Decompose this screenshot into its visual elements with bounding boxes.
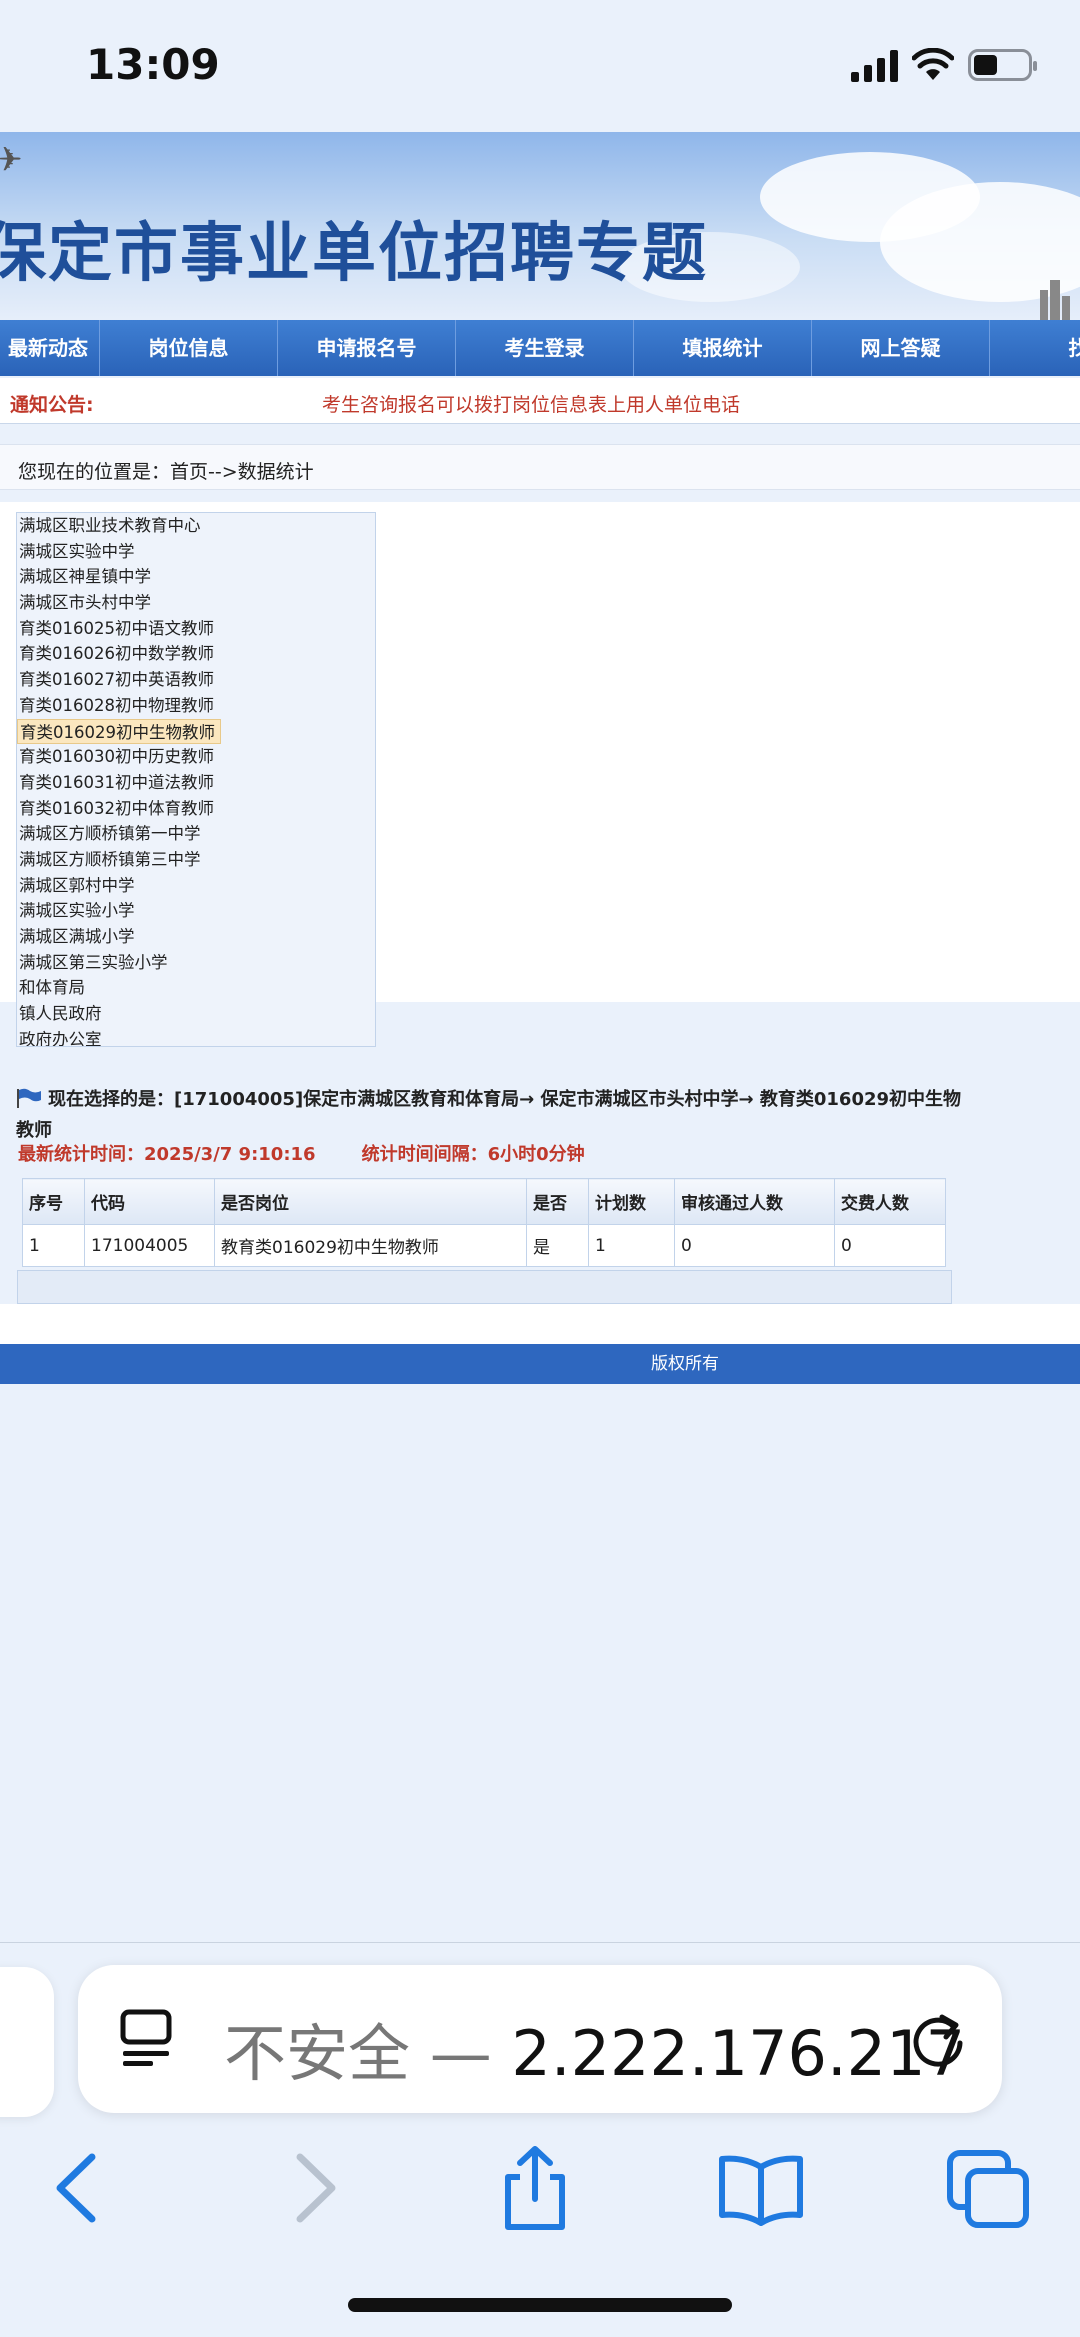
forward-icon[interactable] <box>268 2143 358 2233</box>
site-banner: ✈ 保定市事业单位招聘专题 <box>0 132 1080 320</box>
position-listbox[interactable]: 满城区职业技术教育中心 满城区实验中学 满城区神星镇中学 满城区市头村中学 育类0160… <box>16 512 376 1047</box>
airplane-icon: ✈ <box>0 140 23 180</box>
statistics-line: 最新统计时间：2025/3/7 9:10:16 统计时间间隔：6小时0分钟 <box>18 1140 585 1166</box>
battery-icon <box>968 49 1037 81</box>
listbox-option[interactable]: 育类016025初中语文教师 <box>17 616 375 642</box>
listbox-option[interactable]: 政府办公室 <box>17 1027 375 1046</box>
status-bar: 13:09 <box>0 0 1080 132</box>
listbox-option[interactable]: 育类016032初中体育教师 <box>17 796 375 822</box>
table-row: 1 171004005 教育类016029初中生物教师 是 1 0 0 <box>22 1224 946 1267</box>
home-indicator[interactable] <box>348 2298 732 2312</box>
latest-stat-time: 最新统计时间：2025/3/7 9:10:16 <box>18 1144 316 1165</box>
browser-chrome: 不安全 — 2.222.176.217 <box>0 1942 1080 2337</box>
nav-position-info[interactable]: 岗位信息 <box>100 320 278 376</box>
listbox-option[interactable]: 满城区实验小学 <box>17 898 375 924</box>
cell-approved: 0 <box>674 1224 835 1267</box>
browser-toolbar <box>0 2143 1080 2253</box>
share-icon[interactable] <box>490 2143 580 2233</box>
notice-text[interactable]: 考生咨询报名可以拨打岗位信息表上用人单位电话 <box>322 390 740 417</box>
bookmarks-icon[interactable] <box>716 2143 806 2233</box>
reader-mode-icon[interactable] <box>120 2009 172 2067</box>
stat-interval: 统计时间间隔：6小时0分钟 <box>361 1144 585 1165</box>
breadcrumb: 您现在的位置是：首页-->数据统计 <box>0 444 1080 490</box>
listbox-option[interactable]: 育类016031初中道法教师 <box>17 770 375 796</box>
nav-latest-news[interactable]: 最新动态 <box>0 320 100 376</box>
not-secure-label: 不安全 — <box>224 2017 512 2090</box>
col-header-position: 是否岗位 <box>214 1178 527 1225</box>
listbox-option[interactable]: 育类016027初中英语教师 <box>17 667 375 693</box>
col-header-code: 代码 <box>84 1178 215 1225</box>
nav-candidate-login[interactable]: 考生登录 <box>456 320 634 376</box>
status-time: 13:09 <box>86 40 220 89</box>
back-icon[interactable] <box>34 2143 124 2233</box>
nav-more[interactable]: 找 <box>990 320 1080 376</box>
listbox-option[interactable]: 满城区市头村中学 <box>17 590 375 616</box>
table-header-row: 序号 代码 是否岗位 是否 计划数 审核通过人数 交费人数 <box>22 1178 946 1225</box>
cell-plan: 1 <box>588 1224 675 1267</box>
listbox-option[interactable]: 育类016029初中生物教师 <box>17 718 221 745</box>
col-header-paid: 交费人数 <box>834 1178 946 1225</box>
notice-bar: 通知公告: 考生咨询报名可以拨打岗位信息表上用人单位电话 <box>0 378 1080 424</box>
status-icons <box>851 48 1037 82</box>
listbox-option[interactable]: 满城区职业技术教育中心 <box>17 513 375 539</box>
listbox-option[interactable]: 镇人民政府 <box>17 1001 375 1027</box>
wifi-icon <box>912 48 954 80</box>
col-header-index: 序号 <box>22 1178 85 1225</box>
buildings-graphic <box>1032 280 1080 320</box>
content-area: 满城区职业技术教育中心 满城区实验中学 满城区神星镇中学 满城区市头村中学 育类0160… <box>0 502 1080 1047</box>
web-page: ✈ 保定市事业单位招聘专题 最新动态 岗位信息 申请报名号 考生登录 填报统计 … <box>0 132 1080 1942</box>
flag-icon <box>17 1088 41 1108</box>
cell-code: 171004005 <box>84 1224 215 1267</box>
listbox-option[interactable]: 满城区方顺桥镇第一中学 <box>17 821 375 847</box>
site-footer: 版权所有 <box>0 1344 1080 1384</box>
current-selection: 现在选择的是：[171004005]保定市满城区教育和体育局→ 保定市满城区市头… <box>16 1084 966 1146</box>
breadcrumb-text: 您现在的位置是：首页-->数据统计 <box>18 461 314 483</box>
listbox-option[interactable]: 育类016026初中数学教师 <box>17 641 375 667</box>
url-host: 2.222.176.217 <box>511 2017 966 2090</box>
cell-paid: 0 <box>834 1224 946 1267</box>
content-bottom <box>0 1304 1080 1344</box>
previous-tab-peek[interactable] <box>0 1967 54 2117</box>
listbox-option[interactable]: 育类016028初中物理教师 <box>17 693 375 719</box>
selection-label: 现在选择的是： <box>48 1089 174 1110</box>
listbox-option[interactable]: 满城区满城小学 <box>17 924 375 950</box>
listbox-option[interactable]: 满城区郭村中学 <box>17 873 375 899</box>
cell-flag: 是 <box>526 1224 589 1267</box>
col-header-approved: 审核通过人数 <box>674 1178 835 1225</box>
col-header-plan: 计划数 <box>588 1178 675 1225</box>
tabs-icon[interactable] <box>944 2143 1034 2233</box>
address-bar[interactable]: 不安全 — 2.222.176.217 <box>78 1965 1002 2113</box>
notice-label: 通知公告: <box>10 394 94 416</box>
banner-title: 保定市事业单位招聘专题 <box>0 217 708 291</box>
statistics-table: 序号 代码 是否岗位 是否 计划数 审核通过人数 交费人数 1 17100400… <box>22 1178 946 1267</box>
cell-position: 教育类016029初中生物教师 <box>214 1224 527 1267</box>
reload-icon[interactable] <box>908 2009 968 2069</box>
table-footer-bar <box>17 1270 952 1304</box>
listbox-option[interactable]: 满城区神星镇中学 <box>17 564 375 590</box>
nav-online-qa[interactable]: 网上答疑 <box>812 320 990 376</box>
listbox-option[interactable]: 满城区实验中学 <box>17 539 375 565</box>
listbox-option[interactable]: 和体育局 <box>17 975 375 1001</box>
listbox-option[interactable]: 育类016030初中历史教师 <box>17 744 375 770</box>
listbox-option[interactable]: 满城区第三实验小学 <box>17 950 375 976</box>
col-header-flag: 是否 <box>526 1178 589 1225</box>
main-nav: 最新动态 岗位信息 申请报名号 考生登录 填报统计 网上答疑 找 <box>0 320 1080 376</box>
url-display[interactable]: 不安全 — 2.222.176.217 <box>224 2003 965 2093</box>
nav-statistics[interactable]: 填报统计 <box>634 320 812 376</box>
cellular-signal-icon <box>851 48 898 82</box>
cell-index: 1 <box>22 1224 85 1267</box>
listbox-option[interactable]: 满城区方顺桥镇第三中学 <box>17 847 375 873</box>
nav-apply-number[interactable]: 申请报名号 <box>278 320 456 376</box>
